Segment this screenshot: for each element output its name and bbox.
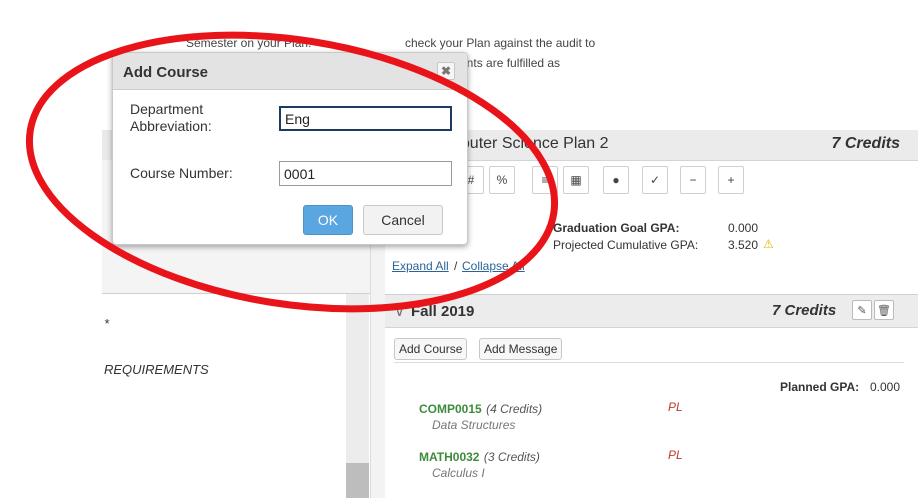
warning-icon[interactable]: ⚠ [763, 237, 774, 251]
course-row[interactable]: COMP0015 (4 Credits) [419, 400, 542, 418]
course-credits: (3 Credits) [483, 450, 540, 464]
planned-gpa-label: Planned GPA: [780, 380, 860, 394]
department-label: Department Abbreviation: [130, 101, 212, 135]
course-code[interactable]: MATH0032 [419, 450, 479, 464]
department-abbreviation-input[interactable] [279, 106, 452, 131]
chevron-down-icon: ∨ [394, 303, 405, 320]
ok-button[interactable]: OK [303, 205, 353, 235]
projected-gpa-value: 3.520 [728, 238, 759, 252]
course-status: PL [668, 400, 683, 414]
projected-gpa-label: Projected Cumulative GPA: [553, 238, 699, 252]
course-row[interactable]: MATH0032 (3 Credits) [419, 448, 540, 466]
term-title[interactable]: ∨ Fall 2019 [394, 302, 474, 320]
course-name: Calculus I [432, 466, 485, 480]
add-message-button[interactable]: Add Message [479, 338, 563, 360]
minus-icon[interactable]: − [680, 166, 706, 194]
planned-gpa-value: 0.000 [870, 380, 901, 394]
term-credits: 7 Credits [772, 302, 837, 319]
check-icon[interactable]: ✓ [642, 166, 668, 194]
plus-icon[interactable]: + [718, 166, 744, 194]
collapse-all-link[interactable]: Collapse All [462, 259, 525, 273]
edit-term-icon[interactable]: ✎ [852, 300, 872, 320]
add-course-dialog: Add Course ✖ Department Abbreviation: Co… [112, 52, 468, 245]
left-requirements-heading: REQUIREMENTS [104, 362, 209, 377]
graduation-goal-gpa-label: Graduation Goal GPA: [553, 221, 680, 235]
cancel-button[interactable]: Cancel [363, 205, 443, 235]
course-name: Data Structures [432, 418, 516, 432]
course-number-label: Course Number: [130, 165, 233, 181]
calculator-icon[interactable]: ▦ [563, 166, 589, 194]
course-credits: (4 Credits) [486, 402, 543, 416]
term-divider [394, 362, 904, 363]
expand-all-link[interactable]: Expand All [392, 259, 449, 273]
add-course-button[interactable]: Add Course [394, 338, 468, 360]
delete-term-icon[interactable]: 🗑 [874, 300, 894, 320]
course-code[interactable]: COMP0015 [419, 402, 482, 416]
course-status: PL [668, 448, 683, 462]
comment-icon[interactable]: ● [603, 166, 629, 194]
link-icon[interactable]: % [489, 166, 515, 194]
course-number-input[interactable] [279, 161, 452, 186]
left-asterisk: * [104, 316, 110, 331]
plan-title: nputer Science Plan 2 [452, 135, 609, 152]
left-pane-divider [102, 293, 370, 294]
term-name: Fall 2019 [410, 303, 475, 320]
list-icon[interactable]: ≡ [532, 166, 558, 194]
background-hint-right-1: check your Plan against the audit to [405, 36, 596, 50]
department-label-line2: Abbreviation: [130, 118, 212, 134]
background-hint-left: Semester on your Plan. [186, 36, 312, 50]
department-label-line1: Department [130, 101, 204, 117]
plan-credits: 7 Credits [831, 135, 900, 152]
dialog-title: Add Course [123, 64, 209, 81]
close-icon[interactable]: ✖ [437, 62, 455, 80]
expand-collapse-separator: / [454, 259, 458, 273]
left-scrollbar-thumb[interactable] [346, 463, 369, 498]
graduation-goal-gpa-value: 0.000 [728, 221, 759, 235]
